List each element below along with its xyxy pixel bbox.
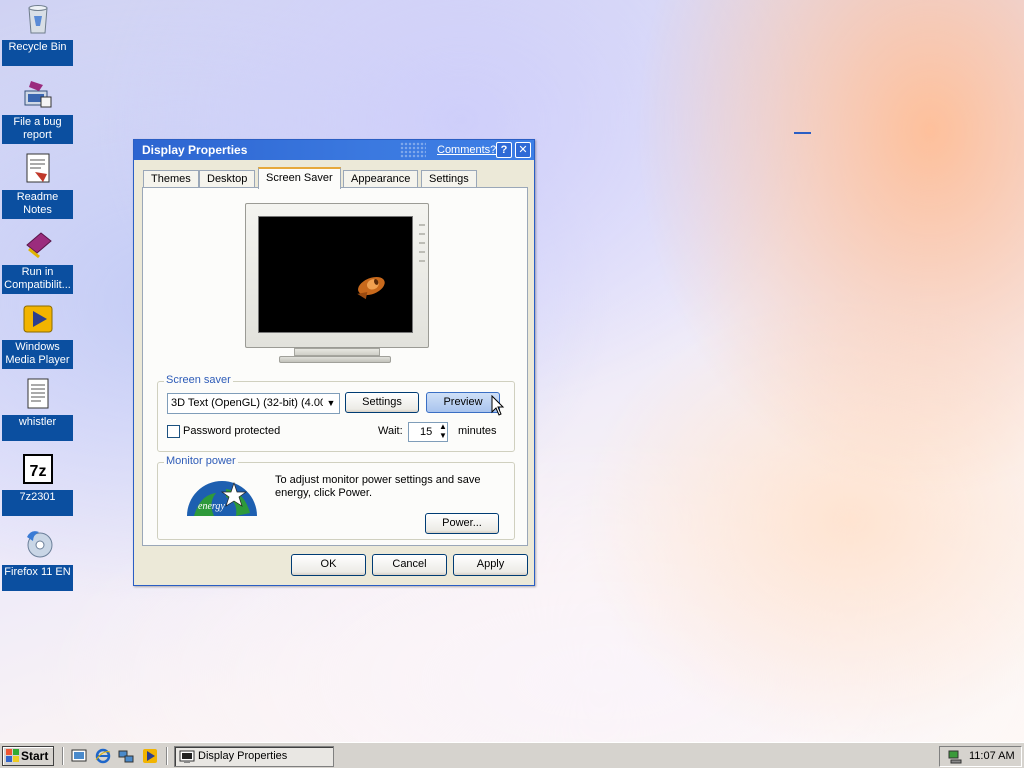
monitor-power-group-title: Monitor power [164, 455, 238, 467]
7zip-icon: 7z [21, 452, 55, 486]
desktop-icon-label: Firefox 11 EN [2, 565, 73, 591]
preview-button[interactable]: Preview [426, 392, 500, 413]
monitor-vents [419, 224, 425, 264]
taskbar-separator [62, 747, 64, 765]
spin-up-icon[interactable]: ▲ [439, 422, 447, 431]
tab-settings[interactable]: Settings [421, 170, 477, 188]
start-label: Start [21, 749, 49, 763]
wait-label: Wait: [378, 425, 403, 437]
tab-screen-saver[interactable]: Screen Saver [258, 167, 341, 189]
wait-spinner[interactable]: 15 ▲ ▼ [408, 422, 448, 442]
dialog-titlebar[interactable]: Display Properties Comments? ? ✕ [134, 140, 534, 160]
recycle-bin-icon [21, 2, 55, 36]
tray-network-icon[interactable] [947, 749, 963, 765]
desktop-icon-readme[interactable]: Readme Notes [2, 152, 73, 219]
desktop-icon-firefox[interactable]: Firefox 11 EN [2, 527, 73, 591]
preview-screen [258, 216, 413, 333]
display-properties-icon [179, 749, 195, 765]
screen-saver-panel: Screen saver 3D Text (OpenGL) (32-bit) (… [142, 187, 528, 546]
ok-button[interactable]: OK [291, 554, 366, 576]
desktop-icon-media-player[interactable]: Windows Media Player [2, 302, 73, 369]
start-button[interactable]: Start [2, 746, 54, 766]
desktop-icon-whistler[interactable]: whistler [2, 377, 73, 441]
desktop-icon-label: Run in Compatibilit... [2, 265, 73, 294]
desktop-icon-label: Windows Media Player [2, 340, 73, 369]
wait-value: 15 [420, 426, 433, 438]
desktop-artifact [794, 132, 811, 134]
dialog-title: Display Properties [142, 143, 248, 157]
help-button[interactable]: ? [496, 142, 512, 158]
comments-link[interactable]: Comments? [437, 140, 496, 160]
energy-star-logo-icon: energy [186, 475, 258, 517]
tab-appearance[interactable]: Appearance [343, 170, 419, 188]
compatibility-icon [21, 227, 55, 261]
windows-logo-icon [6, 749, 20, 763]
monitor-preview [245, 203, 429, 348]
desktop-icon-label: whistler [2, 415, 73, 441]
media-player-icon[interactable] [142, 748, 158, 764]
minutes-label: minutes [458, 425, 497, 437]
desktop-icon-label: Readme Notes [2, 190, 73, 219]
text-file-icon [21, 377, 55, 411]
tab-strip: Themes Desktop Appearance Settings Scree… [140, 167, 528, 189]
chevron-down-icon[interactable]: ▼ [323, 394, 339, 413]
monitor-power-description: To adjust monitor power settings and sav… [275, 474, 481, 499]
network-icon[interactable] [118, 748, 134, 764]
spin-down-icon[interactable]: ▼ [439, 431, 447, 440]
desktop-icon-recycle-bin[interactable]: Recycle Bin [2, 2, 73, 66]
internet-explorer-icon[interactable] [95, 748, 111, 764]
task-button-label: Display Properties [198, 750, 288, 762]
cancel-button[interactable]: Cancel [372, 554, 447, 576]
screen-saver-settings-button[interactable]: Settings [345, 392, 419, 413]
show-desktop-icon[interactable] [71, 748, 87, 764]
apply-button[interactable]: Apply [453, 554, 528, 576]
desktop-icon-label: File a bug report [2, 115, 73, 144]
readme-notes-icon [21, 152, 55, 186]
desktop-icon-7z[interactable]: 7z 7z2301 [2, 452, 73, 516]
desktop-icon-label: Recycle Bin [2, 40, 73, 66]
taskbar-separator [166, 747, 168, 765]
svg-text:7z: 7z [29, 463, 46, 480]
mouse-cursor-icon [491, 394, 505, 417]
monitor-power-group: Monitor power energy To adjust monitor p… [157, 455, 515, 540]
titlebar-pattern [400, 142, 426, 158]
password-label: Password protected [183, 425, 281, 437]
monitor-base [279, 356, 391, 363]
screen-saver-select[interactable]: 3D Text (OpenGL) (32-bit) (4.00 ▼ [167, 393, 340, 414]
bug-report-icon [21, 77, 55, 111]
clock[interactable]: 11:07 AM [969, 750, 1015, 762]
screen-saver-selected: 3D Text (OpenGL) (32-bit) (4.00 [171, 397, 327, 409]
svg-text:energy: energy [198, 501, 225, 512]
tab-themes[interactable]: Themes [143, 170, 199, 188]
password-checkbox[interactable] [167, 425, 180, 438]
screensaver-text-icon [357, 276, 385, 300]
screen-saver-group-title: Screen saver [164, 374, 233, 386]
close-button[interactable]: ✕ [515, 142, 531, 158]
taskbar: Start Display Properties 11:07 AM [0, 742, 1024, 768]
display-properties-dialog[interactable]: Display Properties Comments? ? ✕ Themes … [133, 139, 535, 586]
monitor-stand [294, 348, 380, 356]
desktop-icon-label: 7z2301 [2, 490, 73, 516]
firefox-installer-icon [21, 527, 55, 561]
desktop-icon-file-bug[interactable]: File a bug report [2, 77, 73, 144]
desktop-icon-compatibility[interactable]: Run in Compatibilit... [2, 227, 73, 294]
screen-saver-group: Screen saver 3D Text (OpenGL) (32-bit) (… [157, 374, 515, 452]
system-tray: 11:07 AM [939, 746, 1022, 767]
media-player-icon [21, 302, 55, 336]
power-button[interactable]: Power... [425, 513, 499, 534]
tab-desktop[interactable]: Desktop [199, 170, 256, 188]
taskbar-button-display-properties[interactable]: Display Properties [174, 746, 334, 767]
